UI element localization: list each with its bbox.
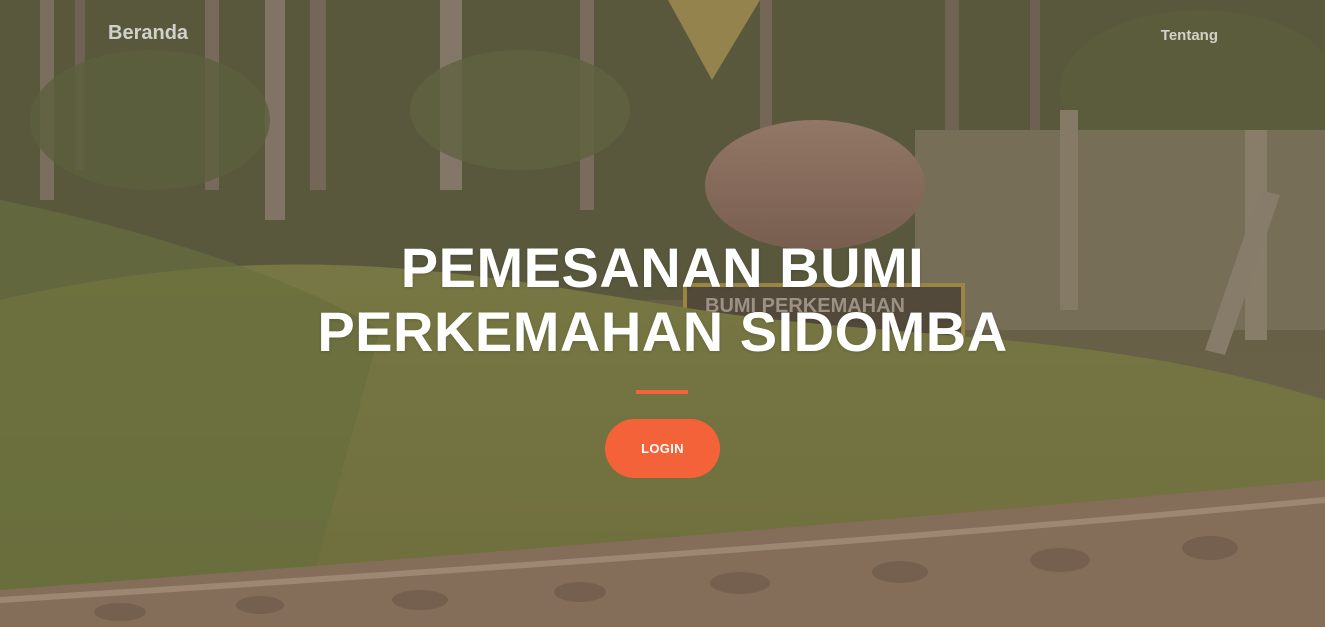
hero-title: PEMESANAN BUMI PERKEMAHAN SIDOMBA [0, 236, 1325, 364]
hero-title-line-1: PEMESANAN BUMI [400, 236, 925, 299]
hero-section: BUMI PERKEMAHAN Beranda Tentang PEMESANA… [0, 0, 1325, 627]
brand-link[interactable]: Beranda [108, 22, 188, 45]
hero-title-line-2: PERKEMAHAN SIDOMBA [317, 300, 1008, 363]
login-button[interactable]: LOGIN [605, 419, 720, 478]
title-divider [636, 390, 688, 394]
navbar: Beranda Tentang [0, 0, 1325, 72]
nav-link-tentang[interactable]: Tentang [1161, 27, 1218, 44]
